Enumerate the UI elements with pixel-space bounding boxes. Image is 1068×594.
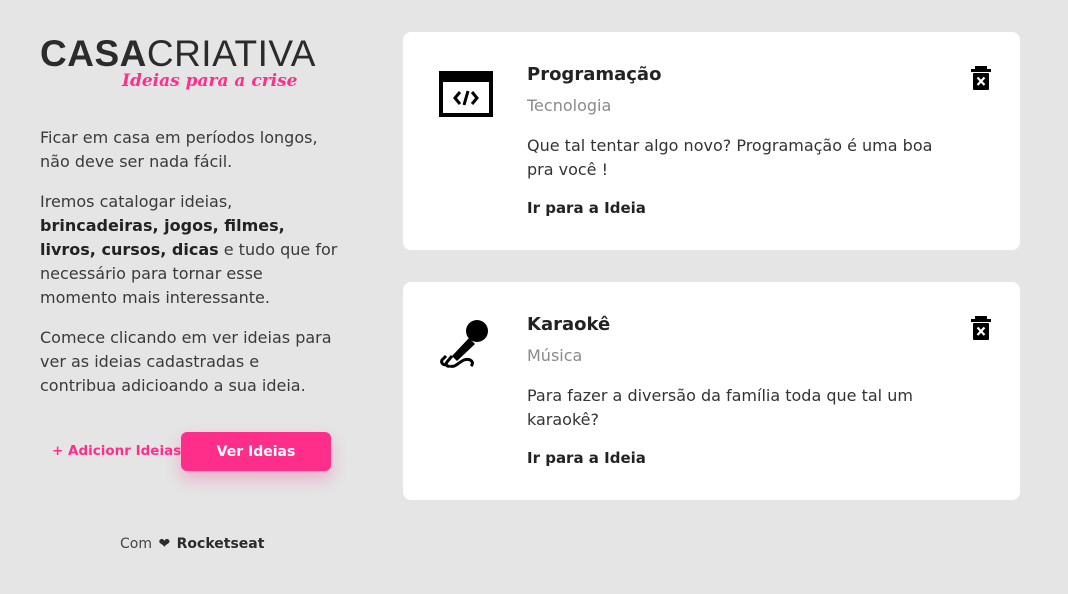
intro-paragraph-2: Iremos catalogar ideias, brincadeiras, j…: [40, 190, 340, 310]
trash-icon[interactable]: [970, 66, 992, 90]
idea-title: Programação: [527, 64, 662, 85]
idea-link[interactable]: Ir para a Ideia: [527, 449, 646, 467]
idea-description: Para fazer a diversão da família toda qu…: [527, 386, 913, 429]
idea-link[interactable]: Ir para a Ideia: [527, 199, 646, 217]
footer-prefix: Com: [120, 536, 152, 552]
logo-wordmark: CASACRIATIVA: [40, 34, 340, 74]
view-ideas-button[interactable]: Ver Ideias: [181, 432, 331, 471]
footer-brand: Rocketseat: [176, 536, 265, 552]
sidebar: CASACRIATIVA Ideias para a crise Ficar e…: [40, 34, 340, 471]
footer: Com ❤ Rocketseat: [120, 536, 264, 552]
idea-card: Karaokê Música Para fazer a diversão da …: [403, 282, 1020, 500]
idea-category: Tecnologia: [527, 96, 612, 115]
idea-description: Que tal tentar algo novo? Programação é …: [527, 136, 933, 179]
intro-text: Ficar em casa em períodos longos, não de…: [40, 126, 340, 398]
logo-criativa: CRIATIVA: [146, 33, 316, 74]
trash-icon[interactable]: [970, 316, 992, 340]
idea-category: Música: [527, 346, 583, 365]
idea-title: Karaokê: [527, 314, 611, 335]
code-window-icon: [439, 71, 493, 117]
intro-paragraph-3: Comece clicando em ver ideias para ver a…: [40, 328, 332, 395]
intro-p2-start: Iremos catalogar ideias,: [40, 192, 233, 211]
intro-paragraph-1: Ficar em casa em períodos longos, não de…: [40, 128, 318, 171]
heart-icon: ❤: [158, 536, 171, 552]
add-idea-link[interactable]: + Adicionr Ideias: [52, 443, 181, 459]
logo: CASACRIATIVA Ideias para a crise: [40, 34, 340, 104]
actions: + Adicionr Ideias Ver Ideias: [52, 432, 342, 472]
logo-tagline: Ideias para a crise: [122, 71, 298, 91]
microphone-icon: [440, 320, 488, 368]
logo-casa: CASA: [40, 33, 147, 74]
idea-card: Programação Tecnologia Que tal tentar al…: [403, 32, 1020, 250]
